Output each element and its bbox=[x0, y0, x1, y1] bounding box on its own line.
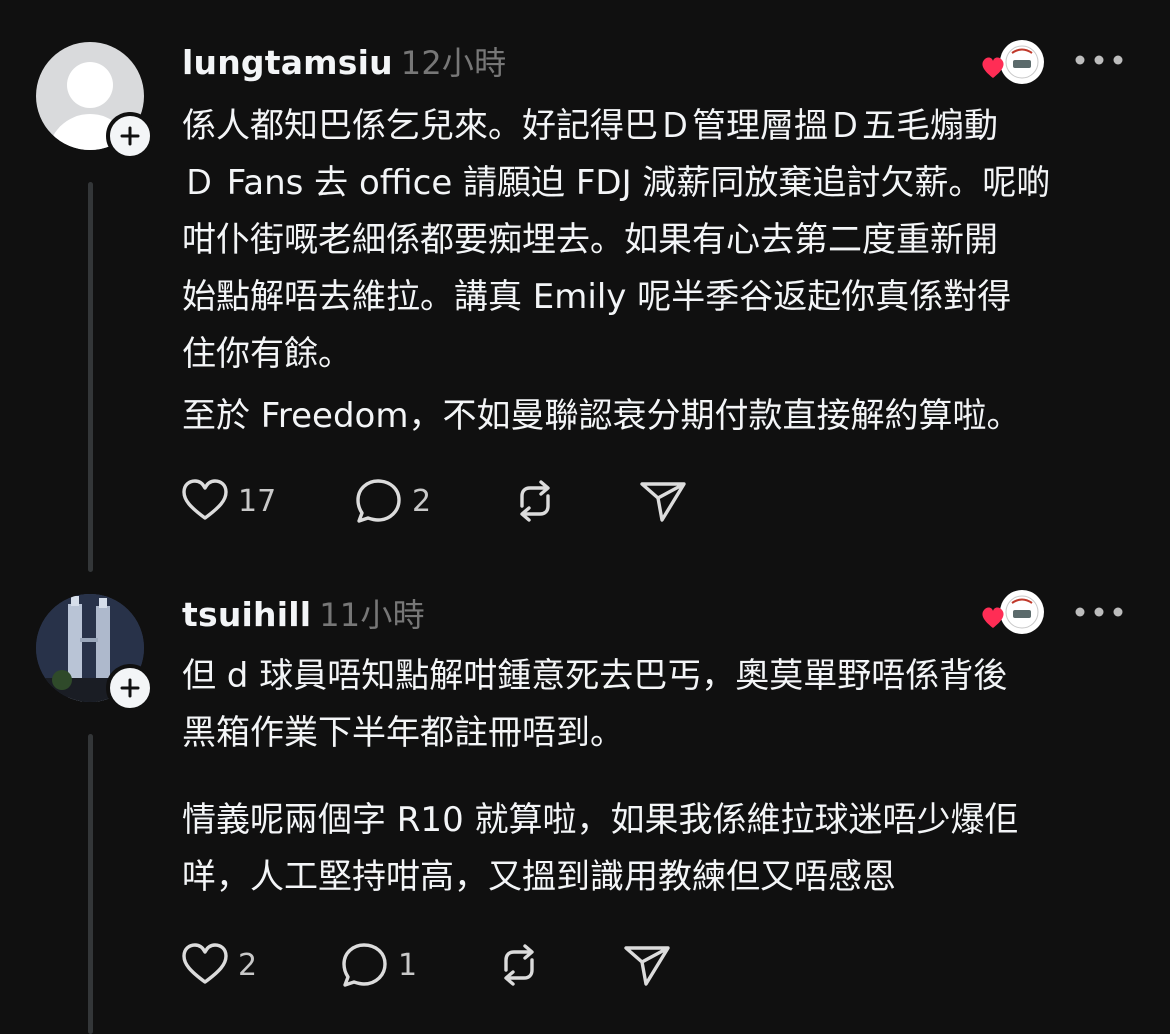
reaction-badge[interactable] bbox=[976, 38, 1048, 88]
post-body-paragraph: 但 d 球員唔知點解咁鍾意死去巴丐，奧莫單野唔係背後 黑箱作業下半年都註冊唔到。 bbox=[182, 656, 1008, 753]
reacted-avatar-icon bbox=[982, 590, 1044, 634]
follow-button[interactable] bbox=[106, 112, 154, 160]
repost-icon bbox=[504, 944, 534, 986]
reply-button[interactable]: 1 bbox=[340, 940, 417, 990]
heart-icon bbox=[182, 943, 228, 984]
share-button[interactable] bbox=[638, 476, 688, 526]
thread-connector-line bbox=[88, 182, 93, 572]
thread-post: lungtamsiu 12小時 係人都知巴係乞兒來。好記得巴Ｄ管理層搵Ｄ五毛煽動 … bbox=[0, 0, 1170, 572]
red-heart-icon bbox=[982, 607, 1004, 628]
post-header: lungtamsiu 12小時 bbox=[182, 38, 506, 84]
like-button[interactable]: 17 bbox=[180, 476, 276, 526]
plus-icon bbox=[120, 678, 140, 698]
like-count: 2 bbox=[238, 947, 258, 983]
author-avatar-wrap[interactable] bbox=[36, 594, 154, 712]
like-button[interactable]: 2 bbox=[180, 940, 257, 990]
post-time: 11小時 bbox=[319, 596, 425, 634]
comment-icon bbox=[342, 943, 387, 987]
thread-post: tsuihill 11小時 但 d 球員唔知點解咁鍾意死去巴丐，奧莫單野唔係背後 … bbox=[0, 560, 1170, 1034]
reply-count: 1 bbox=[398, 947, 418, 983]
post-body-paragraph: 係人都知巴係乞兒來。好記得巴Ｄ管理層搵Ｄ五毛煽動 Ｄ Fans 去 office… bbox=[182, 106, 1051, 374]
more-horizontal-icon[interactable] bbox=[1072, 606, 1126, 618]
send-icon bbox=[640, 482, 686, 522]
reply-count: 2 bbox=[412, 483, 432, 519]
post-time: 12小時 bbox=[400, 44, 507, 82]
share-button[interactable] bbox=[622, 940, 672, 990]
repost-button[interactable] bbox=[510, 476, 560, 526]
repost-icon bbox=[520, 480, 550, 522]
like-count: 17 bbox=[238, 483, 277, 519]
avatar-head bbox=[67, 62, 113, 108]
post-body-paragraph: 至於 Freedom，不如曼聯認衰分期付款直接解約算啦。 bbox=[182, 396, 1021, 436]
plus-icon bbox=[120, 126, 140, 146]
post-actions: 17 2 bbox=[180, 476, 700, 526]
post-header: tsuihill 11小時 bbox=[182, 590, 425, 636]
repost-button[interactable] bbox=[494, 940, 544, 990]
thread-connector-line bbox=[88, 734, 93, 1034]
follow-button[interactable] bbox=[106, 664, 154, 712]
send-icon bbox=[624, 946, 670, 986]
heart-icon bbox=[182, 479, 228, 520]
post-body-paragraph: 情義呢兩個字 R10 就算啦，如果我係維拉球迷唔少爆佢 咩，人工堅持咁高，又搵到… bbox=[182, 800, 1019, 897]
author-avatar-wrap[interactable] bbox=[36, 42, 154, 160]
username-link[interactable]: tsuihill bbox=[182, 595, 311, 634]
more-horizontal-icon[interactable] bbox=[1072, 54, 1126, 66]
reply-button[interactable]: 2 bbox=[354, 476, 431, 526]
comment-icon bbox=[356, 479, 401, 523]
reacted-avatar-icon bbox=[982, 40, 1044, 84]
username-link[interactable]: lungtamsiu bbox=[182, 43, 393, 82]
red-heart-icon bbox=[982, 57, 1004, 78]
post-actions: 2 1 bbox=[180, 940, 700, 990]
reaction-badge[interactable] bbox=[976, 588, 1048, 638]
